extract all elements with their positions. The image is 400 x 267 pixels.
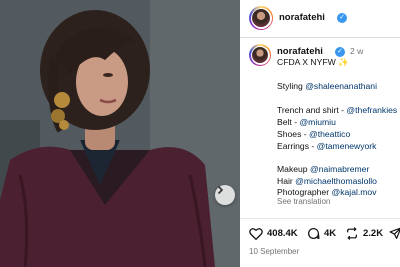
credit-label: Trench and shirt - (277, 105, 345, 115)
chevron-right-icon (217, 185, 224, 195)
post-side-panel: norafatehi ✓ norafatehi ✓ 2 w CFDA X NYF… (240, 0, 400, 267)
credit-label: Makeup (277, 164, 308, 174)
credit-belt: Belt - @miumiu (277, 117, 336, 128)
share-icon (389, 227, 400, 239)
credit-label: Belt - (277, 117, 298, 127)
mention-link[interactable]: @shaleenanathani (305, 81, 377, 91)
credit-label: Photographer (277, 187, 330, 197)
credit-label: Hair (277, 176, 293, 186)
repost-icon (347, 227, 357, 240)
repost-count: 2.2K (363, 228, 384, 239)
verified-badge-icon: ✓ (337, 12, 347, 23)
credit-label: Styling (277, 81, 303, 91)
repost-button[interactable]: 2.2K (345, 227, 383, 240)
comment-count: 4K (324, 228, 337, 239)
credit-shoes: Shoes - @theattico (277, 129, 350, 140)
photo-illustration (0, 0, 240, 267)
mention-link[interactable]: @theattico (309, 129, 350, 139)
mention-link[interactable]: @tamenewyork (317, 141, 377, 151)
mention-link[interactable]: @thefrankies (346, 105, 397, 115)
share-button[interactable] (389, 227, 400, 240)
mention-link[interactable]: @michaelthomaslollo (295, 176, 377, 186)
comment-button[interactable]: 4K (307, 227, 336, 240)
post-time[interactable]: 2 w (350, 46, 363, 56)
post-header: norafatehi ✓ (240, 0, 400, 38)
caption-title: CFDA X NYFW ✨ (277, 57, 349, 67)
credit-hair: Hair @michaelthomaslollo (277, 176, 377, 187)
verified-badge-icon: ✓ (335, 46, 345, 57)
header-avatar[interactable] (249, 6, 273, 30)
mention-link[interactable]: @kajal.mov (331, 187, 376, 197)
mention-link[interactable]: @miumiu (299, 117, 335, 127)
post-date: 10 September (249, 247, 300, 256)
credit-label: Shoes - (277, 129, 307, 139)
credit-earrings: Earrings - @tamenewyork (277, 141, 376, 152)
heart-icon (249, 228, 263, 240)
credit-label: Earrings - (277, 141, 315, 151)
mention-link[interactable]: @naimabremer (310, 164, 369, 174)
credit-trench: Trench and shirt - @thefrankies (277, 105, 397, 116)
next-image-button[interactable] (215, 185, 235, 205)
like-button[interactable]: 408.4K (249, 227, 298, 240)
see-translation-link[interactable]: See translation (277, 197, 330, 206)
credit-styling: Styling @shaleenanathani (277, 81, 377, 92)
header-username[interactable]: norafatehi (279, 12, 325, 23)
comment-icon (308, 228, 320, 239)
post-photo (0, 0, 240, 267)
like-count: 408.4K (267, 228, 298, 239)
caption-avatar[interactable] (249, 44, 271, 66)
post-actions: 408.4K 4K 2.2K 10 September (240, 218, 400, 267)
credit-makeup: Makeup @naimabremer (277, 164, 369, 175)
caption-username[interactable]: norafatehi (277, 46, 323, 57)
